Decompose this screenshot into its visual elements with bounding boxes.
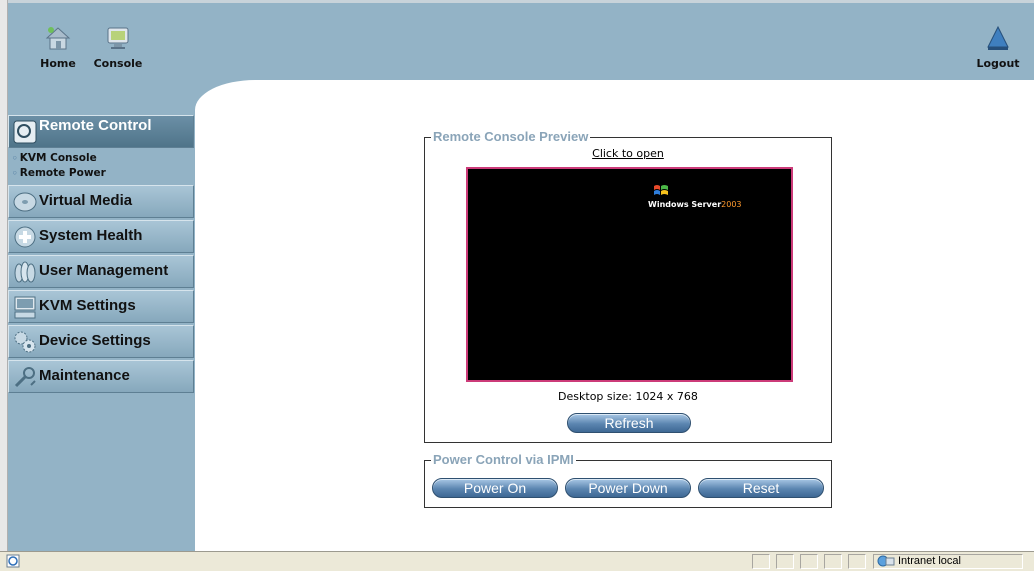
- windows-server-text: Windows Server2003: [648, 200, 742, 209]
- power-down-button[interactable]: Power Down: [565, 478, 691, 498]
- sidebar-item-user-management[interactable]: User Management: [8, 255, 194, 288]
- sidebar-item-label: Remote Control: [39, 117, 152, 134]
- sidebar-item-label: System Health: [39, 227, 143, 244]
- logout-icon: [987, 25, 1009, 50]
- logout-label: Logout: [976, 57, 1020, 70]
- sidebar-item-device-settings[interactable]: Device Settings: [8, 325, 194, 358]
- refresh-button[interactable]: Refresh: [567, 413, 691, 433]
- sidebar-item-system-health[interactable]: System Health: [8, 220, 194, 253]
- status-cell: [848, 554, 866, 569]
- kvm-settings-icon: [14, 296, 36, 319]
- maintenance-icon: [14, 367, 36, 388]
- browser-status-bar: Intranet local: [0, 551, 1034, 571]
- console-label: Console: [93, 57, 143, 70]
- remote-control-submenu: ◦ KVM Console ◦ Remote Power: [8, 150, 194, 185]
- sidebar-item-label: Virtual Media: [39, 192, 133, 209]
- window-left-edge: [0, 0, 8, 551]
- reset-button[interactable]: Reset: [698, 478, 824, 498]
- home-button[interactable]: Home: [28, 25, 88, 77]
- bullet-icon: ◦: [12, 169, 18, 179]
- console-preview-screen[interactable]: Windows Server2003: [466, 167, 793, 382]
- security-zone-label: Intranet local: [898, 555, 961, 567]
- power-control-ipmi-panel: Power Control via IPMI Power On Power Do…: [424, 452, 832, 508]
- remote-console-preview-panel: Remote Console Preview Click to open Win…: [424, 129, 832, 443]
- top-header: Home Console Logout: [0, 0, 1034, 80]
- status-cell: [824, 554, 842, 569]
- os-year: 2003: [721, 200, 742, 209]
- subitem-label: KVM Console: [19, 152, 97, 164]
- system-health-icon: [14, 226, 36, 248]
- sidebar-item-label: Maintenance: [39, 367, 130, 384]
- status-cell: [800, 554, 818, 569]
- console-button[interactable]: Console: [88, 25, 148, 77]
- user-management-icon: [14, 261, 36, 283]
- sidebar-item-remote-control[interactable]: Remote Control: [8, 115, 194, 148]
- click-to-open-link[interactable]: Click to open: [425, 147, 831, 160]
- status-cell: [776, 554, 794, 569]
- page-status-icon: [6, 554, 20, 568]
- sidebar-subitem-kvm-console[interactable]: ◦ KVM Console: [12, 152, 194, 167]
- sidebar-item-kvm-settings[interactable]: KVM Settings: [8, 290, 194, 323]
- logout-button[interactable]: Logout: [968, 25, 1028, 77]
- sidebar: Remote Control ◦ KVM Console ◦ Remote Powe…: [8, 115, 194, 395]
- sidebar-item-maintenance[interactable]: Maintenance: [8, 360, 194, 393]
- virtual-media-icon: [13, 192, 37, 212]
- intranet-icon: [877, 555, 895, 567]
- windows-logo-icon: [654, 185, 668, 195]
- sidebar-item-label: Device Settings: [39, 332, 151, 349]
- home-label: Home: [40, 57, 76, 70]
- home-icon: [45, 27, 71, 50]
- os-name: Windows Server: [648, 200, 722, 209]
- sidebar-subitem-remote-power[interactable]: ◦ Remote Power: [12, 167, 194, 182]
- preview-legend: Remote Console Preview: [431, 129, 591, 144]
- remote-control-icon: [13, 120, 37, 144]
- status-cell: [752, 554, 770, 569]
- bullet-icon: ◦: [12, 154, 18, 164]
- ipmi-legend: Power Control via IPMI: [431, 452, 576, 467]
- sidebar-item-label: User Management: [39, 262, 169, 279]
- desktop-size-text: Desktop size: 1024 x 768: [558, 390, 698, 403]
- console-icon: [107, 27, 129, 49]
- sidebar-item-label: KVM Settings: [39, 297, 136, 314]
- sidebar-item-virtual-media[interactable]: Virtual Media: [8, 185, 194, 218]
- device-settings-icon: [14, 331, 36, 353]
- subitem-label: Remote Power: [19, 167, 106, 179]
- security-zone: Intranet local: [873, 554, 1023, 569]
- power-on-button[interactable]: Power On: [432, 478, 558, 498]
